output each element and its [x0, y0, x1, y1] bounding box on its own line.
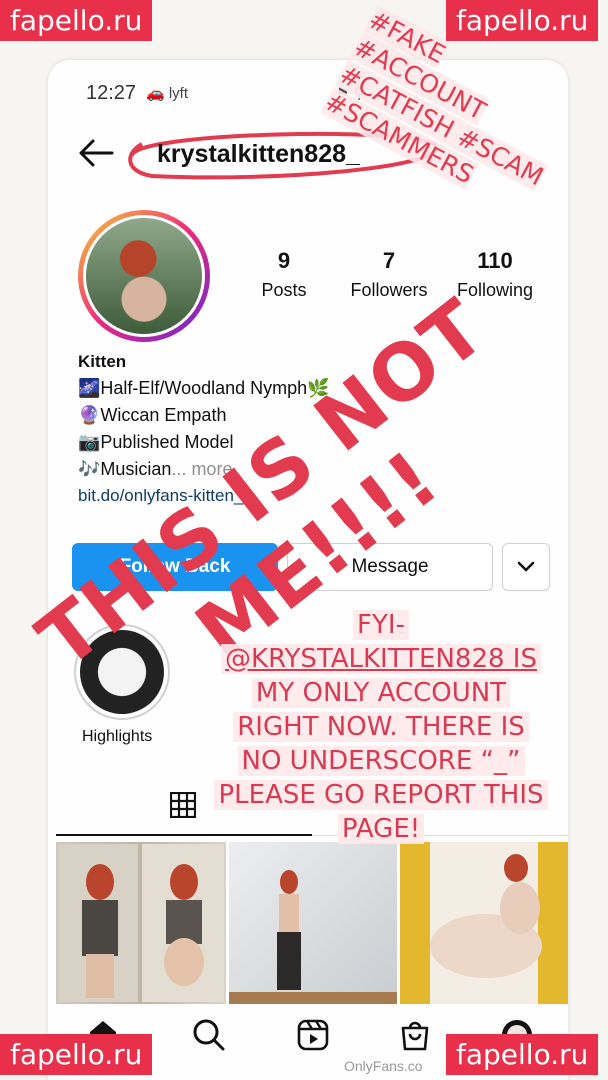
- watermark-top-left: fapello.ru: [0, 0, 153, 41]
- followers-label[interactable]: Followers: [339, 280, 439, 301]
- post-image: [430, 854, 542, 978]
- bio-line: 📷Published Model: [78, 432, 234, 452]
- fyi-line: PLEASE GO REPORT THIS: [214, 780, 548, 810]
- fyi-overlay-text: FYI- @KRYSTALKITTEN828 IS MY ONLY ACCOUN…: [196, 608, 566, 846]
- status-time: 12:27: [86, 82, 137, 104]
- post-image: [229, 870, 397, 1004]
- bio-text: 🎶Musician: [78, 459, 172, 479]
- post-thumbnail[interactable]: [229, 842, 397, 1004]
- suggested-toggle-button[interactable]: [502, 543, 550, 591]
- shop-icon[interactable]: [398, 1018, 432, 1052]
- posts-count[interactable]: 9: [234, 248, 334, 274]
- back-arrow-icon[interactable]: [78, 138, 114, 168]
- watermark-top-right: fapello.ru: [446, 0, 599, 41]
- avatar[interactable]: [83, 215, 205, 337]
- fyi-line: @KRYSTALKITTEN828 IS: [221, 644, 541, 674]
- fyi-line: MY ONLY ACCOUNT: [251, 678, 511, 708]
- followers-count[interactable]: 7: [339, 248, 439, 274]
- fyi-line: FYI-: [353, 610, 409, 640]
- search-icon[interactable]: [192, 1018, 226, 1052]
- fyi-line: RIGHT NOW. THERE IS: [233, 712, 529, 742]
- bio-line: 🔮Wiccan Empath: [78, 405, 227, 425]
- profile-handle: krystalkitten828_: [157, 140, 360, 168]
- post-image: [58, 844, 224, 1002]
- chevron-down-icon: [517, 561, 535, 572]
- post-thumbnail[interactable]: [400, 842, 568, 1004]
- bio-line: 🌌Half-Elf/Woodland Nymph🌿: [78, 378, 330, 398]
- profile-name: Kitten: [78, 352, 127, 371]
- fyi-line: NO UNDERSCORE “_”: [237, 746, 525, 776]
- onlyfans-watermark: OnlyFans.co: [344, 1058, 423, 1074]
- post-thumbnail[interactable]: [56, 842, 226, 1004]
- grid-icon[interactable]: [170, 792, 196, 818]
- watermark-bottom-right: fapello.ru: [446, 1034, 599, 1075]
- fyi-line: PAGE!: [337, 814, 425, 844]
- posts-label[interactable]: Posts: [234, 280, 334, 301]
- reels-icon[interactable]: [296, 1018, 330, 1052]
- status-left-icons: 🚗 lyft: [146, 85, 189, 102]
- watermark-bottom-left: fapello.ru: [0, 1034, 153, 1075]
